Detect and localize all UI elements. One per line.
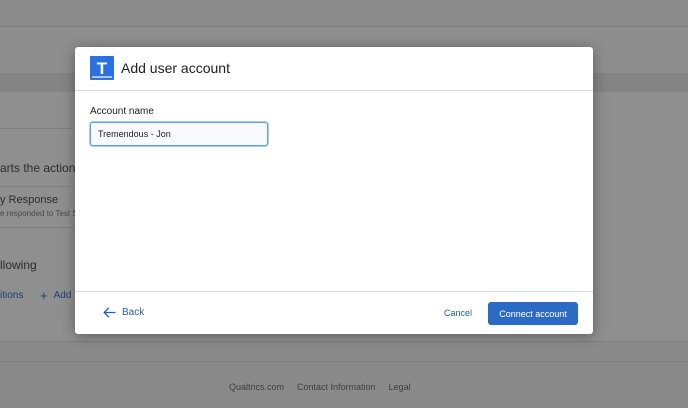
add-user-account-dialog: T Add user account Account name Back Can…: [75, 47, 593, 334]
dialog-header: T Add user account: [75, 47, 593, 91]
response-title: y Response: [0, 194, 59, 206]
dialog-title: Add user account: [121, 60, 230, 76]
arrow-left-icon: [103, 307, 116, 318]
following-text: llowing: [0, 258, 37, 272]
footer-divider: [0, 361, 688, 362]
dialog-footer: Back Cancel Connect account: [75, 291, 593, 335]
add-link[interactable]: + Add: [40, 289, 71, 302]
divider: [0, 128, 74, 129]
connect-account-button[interactable]: Connect account: [488, 302, 578, 325]
account-name-input[interactable]: [90, 122, 268, 146]
action-text: arts the action o: [0, 161, 86, 175]
cancel-button[interactable]: Cancel: [444, 308, 472, 318]
add-link-label: Add: [53, 290, 72, 301]
tremendous-logo-icon: T: [90, 56, 114, 80]
conditions-link[interactable]: itions: [0, 290, 23, 301]
logo-underline: [92, 76, 112, 78]
logo-letter: T: [96, 58, 108, 78]
divider: [0, 186, 74, 187]
back-button[interactable]: Back: [103, 307, 144, 318]
divider: [0, 227, 74, 228]
footer-link-contact[interactable]: Contact Information: [297, 382, 376, 392]
footer-links: Qualtrics.com Contact Information Legal: [229, 382, 411, 392]
response-subtitle: e responded to Test S: [0, 209, 78, 218]
plus-icon: +: [40, 288, 48, 303]
top-bar: [0, 0, 688, 26]
footer-link-qualtrics[interactable]: Qualtrics.com: [229, 382, 284, 392]
footer-link-legal[interactable]: Legal: [389, 382, 411, 392]
back-button-label: Back: [122, 307, 145, 318]
account-name-label: Account name: [90, 106, 154, 117]
footer-band: [0, 341, 688, 408]
